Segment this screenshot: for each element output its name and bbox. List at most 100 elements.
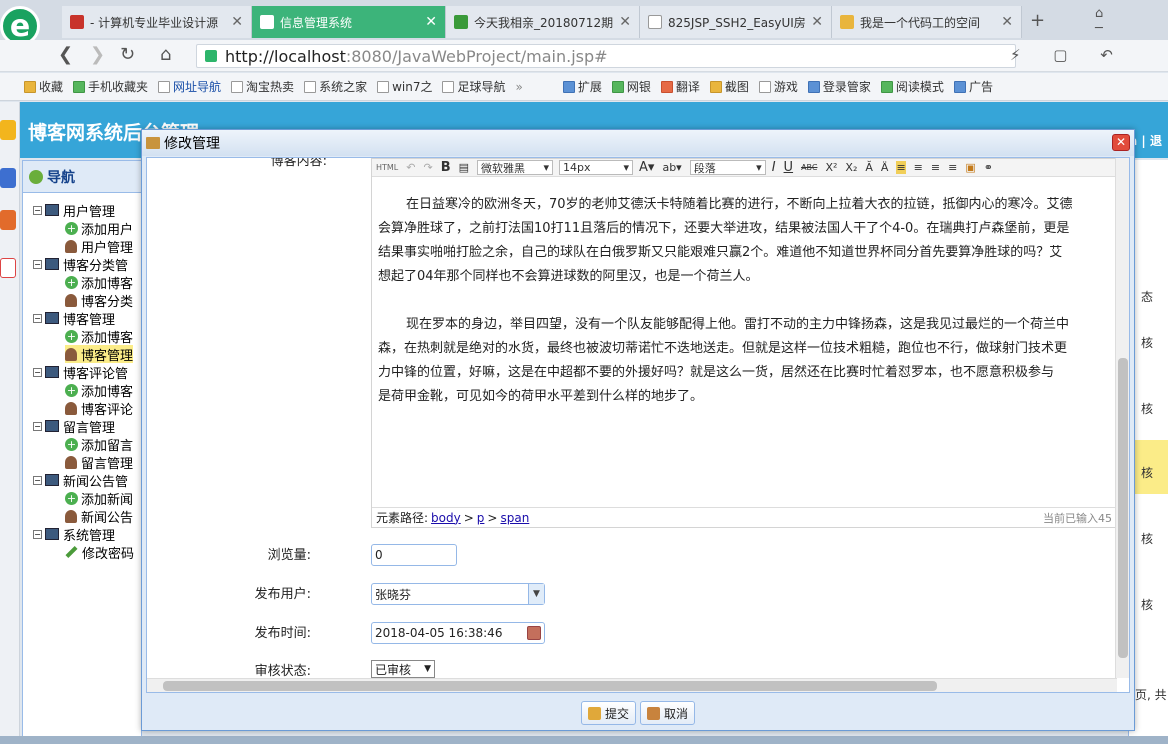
align-left-icon[interactable]: ≡ [896, 161, 906, 174]
tree-group[interactable]: − 用户管理 [33, 201, 115, 220]
review-status-select[interactable]: 已审核 ▼ [371, 660, 435, 678]
collapse-toggle-icon[interactable]: − [33, 475, 42, 485]
dialog-close-button[interactable]: ✕ [1112, 134, 1130, 151]
html-source-button[interactable]: HTML [376, 163, 398, 172]
horizontal-scrollbar[interactable] [147, 678, 1117, 692]
browser-tab-1[interactable]: - 计算机专业毕业设计源 ✕ [62, 6, 252, 38]
subscript-button[interactable]: X₂ [845, 161, 857, 174]
toolbar-reader[interactable]: 阅读模式 [880, 78, 944, 95]
tree-item[interactable]: 留言管理 [65, 453, 133, 472]
new-tab-button[interactable]: + [1030, 10, 1045, 31]
views-input[interactable]: 0 [371, 544, 457, 566]
tree-item[interactable]: 用户管理 [65, 237, 133, 256]
browser-tab-2[interactable]: 信息管理系统 ✕ [252, 6, 446, 38]
address-bar[interactable]: http://localhost :8080/JavaWebProject/ma… [196, 44, 1016, 68]
bookmark-item[interactable]: 淘宝热卖 [231, 78, 294, 95]
highlight-color-button[interactable]: ab▾ [662, 161, 681, 174]
bookmark-item[interactable]: win7之 [377, 78, 432, 95]
align-justify-icon[interactable]: ≡ [948, 161, 957, 174]
chevron-down-icon[interactable]: ▼ [528, 584, 544, 604]
underline-button[interactable]: U [784, 160, 794, 175]
tree-item[interactable]: + 添加用户 [65, 219, 133, 238]
collapse-toggle-icon[interactable]: − [33, 529, 42, 539]
collapse-toggle-icon[interactable]: − [33, 367, 42, 377]
forward-arrow-icon[interactable]: ❯ [90, 44, 105, 65]
collapse-toggle-icon[interactable]: − [33, 421, 42, 431]
font-size-select[interactable]: 14px ▾ [559, 160, 634, 175]
font-color-button[interactable]: A▾ [639, 160, 654, 175]
toolbar-login[interactable]: 登录管家 [807, 78, 871, 95]
tree-item[interactable]: 博客评论 [65, 399, 133, 418]
path-link-body[interactable]: body [431, 511, 461, 525]
reload-icon[interactable]: ↻ [120, 44, 135, 65]
superscript-button[interactable]: X² [825, 161, 837, 174]
publish-user-select[interactable]: 张晓芬 ▼ [371, 583, 545, 605]
browser-tab-3[interactable]: 今天我相亲_20180712期 ✕ [446, 6, 640, 38]
favorite-star-icon[interactable] [0, 120, 16, 140]
tab-close-icon[interactable]: ✕ [425, 14, 437, 30]
tree-item[interactable]: + 添加博客 [65, 327, 133, 346]
paragraph-select[interactable]: 段落 ▾ [689, 160, 766, 175]
path-link-p[interactable]: p [477, 511, 485, 525]
tree-item[interactable]: + 添加新闻 [65, 489, 133, 508]
format-icon[interactable]: ▤ [459, 161, 469, 174]
tree-item[interactable]: + 添加博客 [65, 273, 133, 292]
mail-icon[interactable] [0, 258, 16, 278]
bookmark-item[interactable]: 网址导航 [158, 78, 221, 95]
tree-group[interactable]: − 新闻公告管 [33, 471, 128, 490]
tab-close-icon[interactable]: ✕ [1001, 14, 1013, 30]
undo-icon[interactable]: ↶ [406, 161, 415, 174]
collapse-toggle-icon[interactable]: − [33, 259, 42, 269]
weibo-icon[interactable] [0, 210, 16, 230]
sidebar-tool-icon[interactable] [0, 168, 16, 188]
tree-item[interactable]: 博客管理 [65, 345, 134, 364]
rich-text-editor[interactable]: HTML ↶ ↷ B ▤ 微软雅黑 ▾ 14px ▾ A▾ ab▾ 段落 ▾ I U … [371, 158, 1117, 528]
tree-item[interactable]: + 添加博客 [65, 381, 133, 400]
toolbar-translate[interactable]: 翻译 [660, 78, 700, 95]
tree-item[interactable]: + 添加留言 [65, 435, 133, 454]
toolbar-adblock[interactable]: 广告 [953, 78, 993, 95]
editor-content[interactable]: 在日益寒冷的欧洲冬天，70岁的老帅艾德沃卡特随着比赛的进行，不断向上拉着大衣的拉… [378, 193, 1114, 409]
align-center-icon[interactable]: ≡ [914, 161, 923, 174]
browser-menu-icons[interactable]: ⚡ ▢ ↶ [1010, 46, 1127, 64]
toolbar-screenshot[interactable]: 截图 [709, 78, 749, 95]
font-family-select[interactable]: 微软雅黑 ▾ [477, 160, 554, 175]
link-icon[interactable]: ⚭ [984, 161, 993, 174]
window-controls[interactable]: ⌂ ─ [1095, 6, 1168, 36]
font-shrink-button[interactable]: Ä [881, 161, 889, 174]
redo-icon[interactable]: ↷ [423, 161, 432, 174]
align-right-icon[interactable]: ≡ [931, 161, 940, 174]
tree-item[interactable]: 博客分类 [65, 291, 133, 310]
italic-button[interactable]: I [772, 160, 776, 175]
submit-button[interactable]: 提交 [580, 701, 636, 725]
toolbar-games[interactable]: 游戏 [758, 78, 798, 95]
tree-group[interactable]: − 博客分类管 [33, 255, 128, 274]
collapse-toggle-icon[interactable]: − [33, 205, 42, 215]
calendar-icon[interactable] [527, 626, 541, 640]
toolbar-extensions[interactable]: 扩展 [562, 78, 602, 95]
tree-group[interactable]: − 系统管理 [33, 525, 115, 544]
back-arrow-icon[interactable]: ❮ [58, 44, 73, 65]
bookmark-item[interactable]: 系统之家 [304, 78, 367, 95]
bookmark-favorites[interactable]: 收藏 [24, 78, 63, 95]
browser-tab-5[interactable]: 我是一个代码工的空间 ✕ [832, 6, 1022, 38]
bookmarks-more-button[interactable]: » [515, 80, 522, 94]
tree-item[interactable]: 新闻公告 [65, 507, 133, 526]
bold-button[interactable]: B [441, 160, 451, 175]
tab-close-icon[interactable]: ✕ [619, 14, 631, 30]
scrollbar-thumb[interactable] [163, 681, 937, 691]
tree-item[interactable]: 修改密码 [65, 543, 134, 562]
cancel-button[interactable]: 取消 [640, 701, 696, 725]
vertical-scrollbar[interactable] [1115, 158, 1129, 678]
tree-group[interactable]: − 留言管理 [33, 417, 115, 436]
tree-group[interactable]: − 博客管理 [33, 309, 115, 328]
strikethrough-button[interactable]: ABC [801, 163, 817, 172]
bookmark-item[interactable]: 足球导航 [442, 78, 505, 95]
path-link-span[interactable]: span [500, 511, 529, 525]
collapse-toggle-icon[interactable]: − [33, 313, 42, 323]
toolbar-bank[interactable]: 网银 [611, 78, 651, 95]
home-icon[interactable]: ⌂ [160, 44, 171, 65]
browser-tab-4[interactable]: 825JSP_SSH2_EasyUI房 ✕ [640, 6, 832, 38]
bookmark-item[interactable]: 手机收藏夹 [73, 78, 148, 95]
tab-close-icon[interactable]: ✕ [811, 14, 823, 30]
